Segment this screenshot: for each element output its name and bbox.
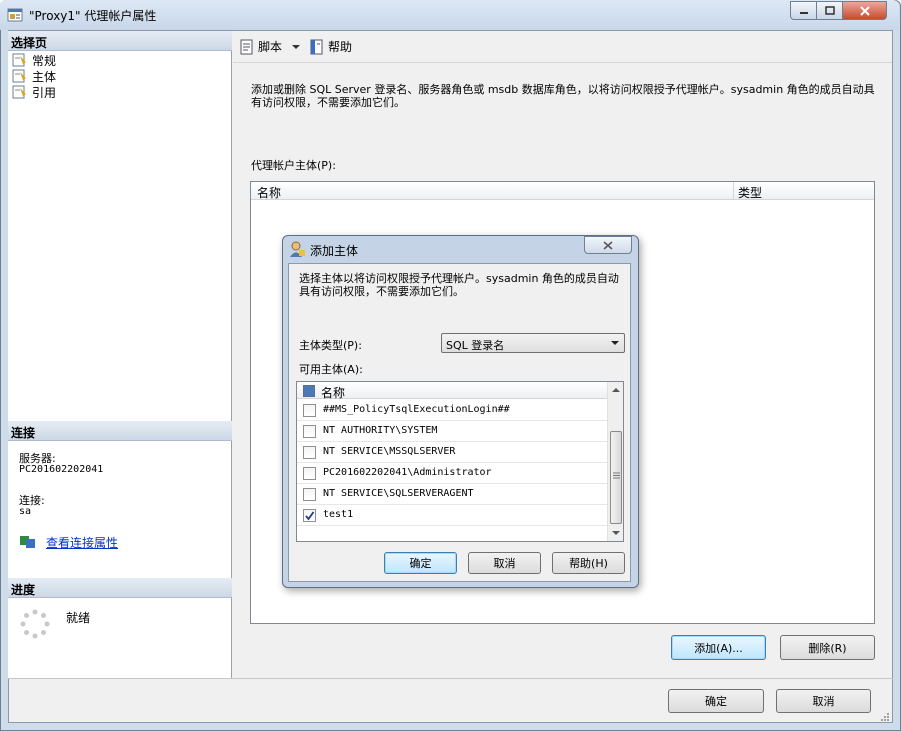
proxy-principals-label: 代理帐户主体(P): [251,159,336,172]
close-icon [859,5,870,16]
dialog-ok-button[interactable]: 确定 [384,552,457,574]
add-button[interactable]: 添加(A)... [671,635,766,660]
progress-spinner-icon [20,609,50,639]
help-icon [310,39,323,54]
list-item[interactable]: NT AUTHORITY\SYSTEM [297,421,608,442]
row-checkbox-checked[interactable] [303,509,316,522]
principal-name: PC201602202041\Administrator [323,467,492,478]
ok-button[interactable]: 确定 [668,689,764,713]
script-icon [240,39,253,54]
page-icon [12,69,26,83]
dialog-close-button[interactable] [584,236,632,254]
grip-icon [613,472,620,479]
help-label: 帮助 [328,40,353,54]
script-button[interactable]: 脚本 [239,38,302,55]
principals-description: 添加或删除 SQL Server 登录名、服务器角色或 msdb 数据库角色，以… [251,83,875,109]
vertical-scrollbar[interactable] [607,382,623,541]
column-header-type[interactable]: 类型 [738,184,762,201]
add-principal-icon [290,241,305,257]
row-checkbox[interactable] [303,488,316,501]
row-checkbox[interactable] [303,404,316,417]
row-checkbox[interactable] [303,446,316,459]
server-value: PC201602202041 [19,464,104,475]
available-principals-list[interactable]: 名称 ##MS_PolicyTsqlExecutionLogin## NT AU… [296,381,624,542]
view-connection-properties-link[interactable]: 查看连接属性 [46,534,118,551]
select-all-checkbox[interactable] [303,385,315,397]
chevron-down-icon [611,341,619,345]
dialog-help-button[interactable]: 帮助(H) [552,552,625,574]
list-header: 名称 [297,382,608,401]
resize-grip-icon[interactable] [878,710,890,722]
principal-name: NT SERVICE\MSSQLSERVER [323,446,456,457]
list-header: 名称 类型 [251,182,874,200]
window-title: "Proxy1" 代理帐户属性 [29,9,157,23]
title-bar[interactable]: "Proxy1" 代理帐户属性 [0,0,899,30]
principal-name: NT SERVICE\SQLSERVERAGENT [323,488,474,499]
maximize-button[interactable] [816,1,843,20]
list-item[interactable]: test1 [297,505,608,526]
nav-item-principals[interactable]: 主体 [12,68,56,84]
left-pane: 选择页 常规 主体 引用 连接 服务器: PC201602202041 连接: … [8,31,232,678]
dialog-description: 选择主体以将访问权限授予代理帐户。sysadmin 角色的成员自动具有访问权限，… [299,272,619,298]
footer-divider [8,678,893,679]
minimize-icon [799,11,808,14]
close-icon [603,240,613,250]
dialog-cancel-button[interactable]: 取消 [468,552,541,574]
scroll-down-icon[interactable] [611,530,621,537]
principal-type-value: SQL 登录名 [446,339,505,352]
column-header-name[interactable]: 名称 [257,184,281,201]
script-label: 脚本 [258,40,283,54]
help-button[interactable]: 帮助 [309,38,352,55]
list-item[interactable]: ##MS_PolicyTsqlExecutionLogin## [297,400,608,421]
app-icon [7,8,23,22]
page-icon [12,53,26,67]
progress-status: 就绪 [66,611,91,625]
column-header-name[interactable]: 名称 [321,384,345,401]
nav-item-label: 常规 [32,53,57,68]
select-page-header: 选择页 [8,31,232,51]
list-item[interactable]: NT SERVICE\MSSQLSERVER [297,442,608,463]
column-divider[interactable] [733,182,734,199]
principal-name: test1 [323,509,354,520]
maximize-icon [824,6,835,15]
checkmark-icon [305,511,315,521]
row-checkbox[interactable] [303,467,316,480]
chevron-down-icon[interactable] [290,43,302,51]
nav-item-label: 主体 [32,69,57,84]
scrollbar-thumb[interactable] [610,431,622,524]
remove-button[interactable]: 删除(R) [780,635,875,660]
principal-type-label: 主体类型(P): [299,339,362,352]
available-principals-label: 可用主体(A): [299,363,363,376]
principal-name: ##MS_PolicyTsqlExecutionLogin## [323,404,510,415]
close-button[interactable] [842,1,887,20]
page-icon [12,85,26,99]
nav-item-general[interactable]: 常规 [12,52,56,68]
list-item[interactable]: PC201602202041\Administrator [297,463,608,484]
progress-header: 进度 [8,578,232,598]
dialog-title: 添加主体 [310,244,359,258]
minimize-button[interactable] [790,1,817,20]
connection-value: sa [19,506,32,517]
row-checkbox[interactable] [303,425,316,438]
cancel-button[interactable]: 取消 [776,689,871,713]
connection-properties-icon [20,536,35,548]
connection-header: 连接 [8,421,232,441]
principal-type-select[interactable]: SQL 登录名 [441,333,625,353]
nav-item-label: 引用 [32,85,57,100]
list-item[interactable]: NT SERVICE\SQLSERVERAGENT [297,484,608,505]
scroll-up-icon[interactable] [611,386,621,393]
principal-name: NT AUTHORITY\SYSTEM [323,425,438,436]
toolbar: 脚本 帮助 [233,31,892,63]
nav-item-references[interactable]: 引用 [12,84,56,100]
